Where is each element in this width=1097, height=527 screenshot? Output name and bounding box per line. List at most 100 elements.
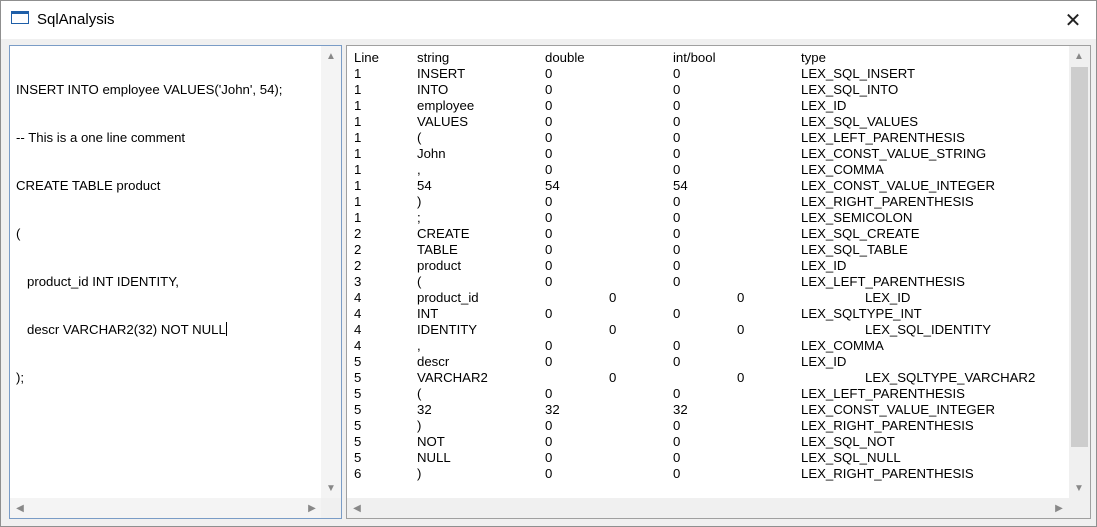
token-row[interactable]: 1 VALUES 0 0 LEX_SQL_VALUES — [347, 114, 1069, 130]
token-row[interactable]: 5) 0 0 LEX_RIGHT_PARENTHESIS — [347, 418, 1069, 434]
token-row[interactable]: 1 INSERT 0 0 LEX_SQL_INSERT — [347, 66, 1069, 82]
cell-int-bool: 0 — [673, 386, 681, 401]
token-row[interactable]: 4 product_id 0 0 LEX_ID — [347, 290, 1069, 306]
cell-double: 0 — [545, 194, 553, 209]
token-row[interactable]: 6) 0 0 LEX_RIGHT_PARENTHESIS — [347, 466, 1069, 482]
cell-double: 0 — [545, 82, 553, 97]
token-row[interactable]: 2 CREATE 0 0 LEX_SQL_CREATE — [347, 226, 1069, 242]
cell-string: 32 — [417, 402, 432, 417]
cell-line: 1 — [354, 210, 362, 225]
token-row[interactable]: 1 54 54 54 LEX_CONST_VALUE_INTEGER — [347, 178, 1069, 194]
scroll-left-arrow-icon[interactable]: ◀ — [10, 498, 30, 518]
cell-int-bool: 0 — [673, 242, 681, 257]
cell-type: LEX_SQL_VALUES — [801, 114, 919, 129]
cell-line: 3 — [354, 274, 362, 289]
sqlanalysis-window: SqlAnalysis ✕ INSERT INTO employee VALUE… — [0, 0, 1097, 527]
token-row[interactable]: 3 (0 0 LEX_LEFT_PARENTHESIS — [347, 274, 1069, 290]
token-row[interactable]: 1; 0 0 LEX_SEMICOLON — [347, 210, 1069, 226]
cell-double: 0 — [545, 98, 553, 113]
cell-line: 5 — [354, 450, 362, 465]
token-row[interactable]: 1 John 0 0 LEX_CONST_VALUE_STRING — [347, 146, 1069, 162]
scroll-right-arrow-icon[interactable]: ▶ — [1049, 498, 1069, 518]
cell-int-bool: 0 — [673, 258, 681, 273]
cell-type: LEX_ID — [801, 258, 847, 273]
token-row[interactable]: 5 NULL 0 0 LEX_SQL_NULL — [347, 450, 1069, 466]
token-row[interactable]: 5 VARCHAR2 0 0 LEX_SQLTYPE_VARCHAR2 — [347, 370, 1069, 386]
cell-int-bool: 0 — [673, 130, 681, 145]
cell-line: 5 — [354, 370, 362, 385]
editor-line: ( — [16, 226, 21, 241]
token-row[interactable]: 1) 0 0 LEX_RIGHT_PARENTHESIS — [347, 194, 1069, 210]
cell-string: product_id — [417, 290, 479, 305]
scrollbar-thumb[interactable] — [1071, 67, 1088, 447]
cell-string: NULL — [417, 450, 451, 465]
editor-line: descr VARCHAR2(32) NOT NULL — [16, 322, 226, 337]
cell-type: LEX_SEMICOLON — [801, 210, 913, 225]
token-row[interactable]: 4 IDENTITY 0 0 LEX_SQL_IDENTITY — [347, 322, 1069, 338]
scroll-up-arrow-icon[interactable]: ▲ — [1069, 46, 1089, 66]
cell-type: LEX_CONST_VALUE_STRING — [801, 146, 987, 161]
header-string: string — [417, 50, 450, 65]
cell-type: LEX_SQL_NOT — [801, 434, 895, 449]
cell-int-bool: 0 — [673, 210, 681, 225]
close-button[interactable]: ✕ — [1050, 1, 1096, 39]
token-row[interactable]: 1 INTO 0 0 LEX_SQL_INTO — [347, 82, 1069, 98]
cell-double: 0 — [609, 290, 617, 305]
editor-line: product_id INT IDENTITY, — [16, 274, 179, 289]
cell-int-bool: 0 — [673, 114, 681, 129]
cell-type: LEX_LEFT_PARENTHESIS — [801, 130, 965, 145]
token-row[interactable]: 5 32 32 32 LEX_CONST_VALUE_INTEGER — [347, 402, 1069, 418]
cell-line: 5 — [354, 354, 362, 369]
header-line: Line — [354, 50, 379, 65]
cell-string: VARCHAR2 — [417, 370, 488, 385]
token-list[interactable]: Line string double int/bool type 1 INSERT… — [346, 45, 1091, 519]
token-row[interactable]: 4, 0 0 LEX_COMMA — [347, 338, 1069, 354]
token-list-horizontal-scrollbar[interactable]: ◀ ▶ — [347, 498, 1069, 518]
editor-line: ); — [16, 370, 25, 385]
token-list-vertical-scrollbar[interactable]: ▲ ▼ — [1069, 46, 1090, 498]
token-row[interactable]: 2 product 0 0 LEX_ID — [347, 258, 1069, 274]
cell-line: 2 — [354, 226, 362, 241]
token-row[interactable]: 1 (0 0 LEX_LEFT_PARENTHESIS — [347, 130, 1069, 146]
token-row[interactable]: 5 (0 0 LEX_LEFT_PARENTHESIS — [347, 386, 1069, 402]
scroll-down-arrow-icon[interactable]: ▼ — [321, 478, 341, 498]
cell-string: ) — [417, 466, 422, 481]
cell-double: 0 — [545, 338, 553, 353]
editor-horizontal-scrollbar[interactable]: ◀ ▶ — [10, 498, 322, 518]
cell-string: , — [417, 338, 421, 353]
scroll-up-arrow-icon[interactable]: ▲ — [321, 46, 341, 66]
cell-int-bool: 0 — [737, 370, 745, 385]
token-row[interactable]: 5 descr 0 0 LEX_ID — [347, 354, 1069, 370]
scroll-right-arrow-icon[interactable]: ▶ — [302, 498, 322, 518]
title-bar[interactable]: SqlAnalysis ✕ — [1, 1, 1096, 39]
cell-int-bool: 0 — [673, 338, 681, 353]
cell-type: LEX_SQL_IDENTITY — [865, 322, 992, 337]
cell-line: 1 — [354, 98, 362, 113]
cell-type: LEX_SQL_NULL — [801, 450, 901, 465]
cell-type: LEX_SQL_TABLE — [801, 242, 908, 257]
cell-double: 0 — [609, 370, 617, 385]
cell-double: 0 — [545, 130, 553, 145]
cell-double: 0 — [545, 162, 553, 177]
editor-vertical-scrollbar[interactable]: ▲ ▼ — [321, 46, 341, 498]
sql-editor-text[interactable]: INSERT INTO employee VALUES('John', 54);… — [16, 50, 322, 418]
cell-line: 2 — [354, 242, 362, 257]
token-row[interactable]: 1 employee 0 0 LEX_ID — [347, 98, 1069, 114]
token-row[interactable]: 4 INT 0 0 LEX_SQLTYPE_INT — [347, 306, 1069, 322]
token-row[interactable]: 1, 0 0 LEX_COMMA — [347, 162, 1069, 178]
cell-int-bool: 0 — [673, 434, 681, 449]
sql-editor[interactable]: INSERT INTO employee VALUES('John', 54);… — [9, 45, 342, 519]
header-type: type — [801, 50, 826, 65]
header-double: double — [545, 50, 585, 65]
editor-line: INSERT INTO employee VALUES('John', 54); — [16, 82, 283, 97]
cell-type: LEX_COMMA — [801, 162, 884, 177]
token-row[interactable]: 2 TABLE 0 0 LEX_SQL_TABLE — [347, 242, 1069, 258]
cell-string: product — [417, 258, 461, 273]
cell-int-bool: 0 — [673, 274, 681, 289]
scroll-down-arrow-icon[interactable]: ▼ — [1069, 478, 1089, 498]
cell-line: 4 — [354, 290, 362, 305]
scroll-left-arrow-icon[interactable]: ◀ — [347, 498, 367, 518]
cell-int-bool: 0 — [673, 162, 681, 177]
token-row[interactable]: 5 NOT 0 0 LEX_SQL_NOT — [347, 434, 1069, 450]
cell-double: 0 — [545, 466, 553, 481]
